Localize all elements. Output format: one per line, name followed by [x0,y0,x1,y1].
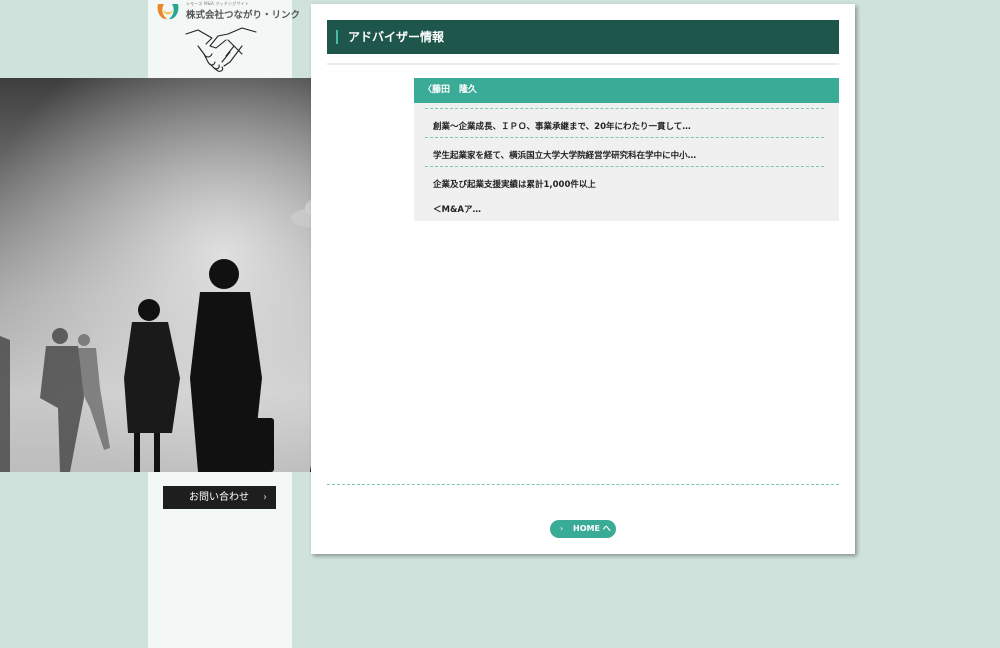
profile-line: 創業〜企業成長、ＩＰＯ、事業承継まで、20年にわたり一貫して… [433,122,691,132]
divider [327,484,839,485]
chevron-right-icon: › [263,492,267,503]
handshake-icon [185,27,257,72]
main-card: アドバイザー情報 〈藤田 隆久 創業〜企業成長、ＩＰＯ、事業承継まで、20年にわ… [311,4,855,554]
profile-line: ＜M&Aア… [433,205,481,215]
divider [425,137,824,138]
chevron-right-icon: › [560,524,564,533]
home-button[interactable]: › HOME へ [550,520,616,538]
page-title: アドバイザー情報 [327,20,839,54]
home-button-label: HOME へ [573,524,611,533]
contact-button-label: お問い合わせ [189,492,249,503]
advisor-name: 〈藤田 隆久 [423,85,478,95]
divider [425,166,824,167]
company-logo[interactable]: シモーズ M&A マッチングサイト 株式会社つながり・リンク [155,0,300,22]
page-title-text: アドバイザー情報 [348,30,445,44]
logo-mark-icon [157,4,179,20]
logo-company-name: 株式会社つながり・リンク [186,10,301,21]
profile-line: 企業及び起業支援実績は累計1,000件以上 [433,180,596,190]
divider [327,63,839,65]
contact-button[interactable]: お問い合わせ › [163,486,276,509]
advisor-name-header[interactable]: 〈藤田 隆久 [414,78,839,103]
divider [425,108,824,109]
title-accent-bar [336,30,338,44]
advisor-profile: 創業〜企業成長、ＩＰＯ、事業承継まで、20年にわたり一貫して… 学生起業家を経て… [414,103,839,221]
profile-line: 学生起業家を経て、横浜国立大学大学院経営学研究科在学中に中小… [433,151,697,161]
